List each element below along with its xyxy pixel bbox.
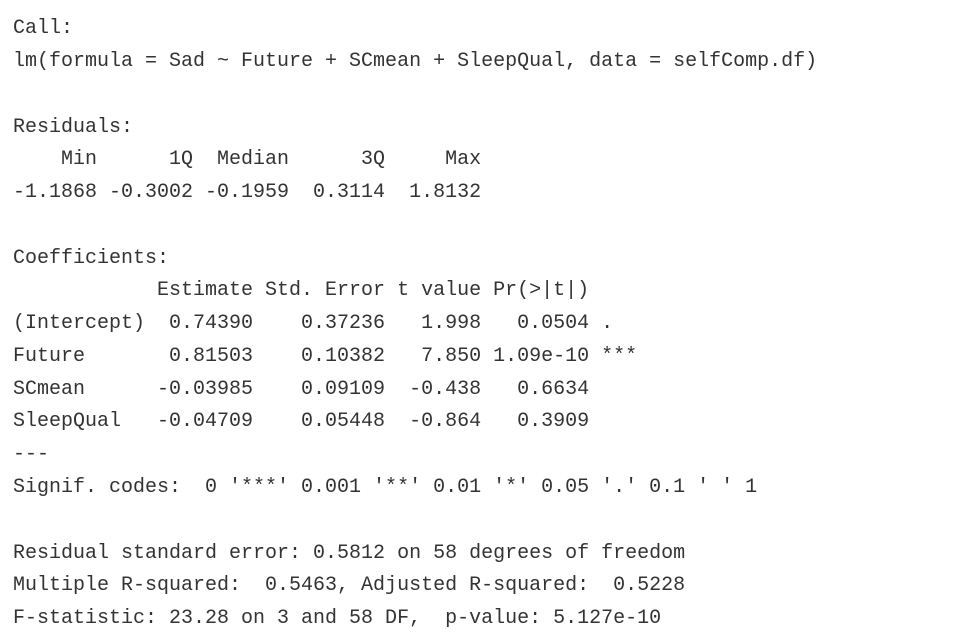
call-header: Call: [13, 17, 74, 40]
coef-row-sleepqual: SleepQual -0.04709 0.05448 -0.864 0.3909 [13, 410, 638, 433]
coef-row-future: Future 0.81503 0.10382 7.850 1.09e-10 **… [13, 345, 638, 368]
coefficients-header: Coefficients: [13, 247, 170, 270]
call-formula: lm(formula = Sad ~ Future + SCmean + Sle… [13, 50, 818, 73]
residual-standard-error: Residual standard error: 0.5812 on 58 de… [13, 542, 686, 565]
f-statistic: F-statistic: 23.28 on 3 and 58 DF, p-val… [13, 607, 662, 630]
residuals-values: -1.1868 -0.3002 -0.1959 0.3114 1.8132 [13, 181, 494, 204]
separator: --- [13, 443, 50, 466]
r-console-output: Call: lm(formula = Sad ~ Future + SCmean… [0, 0, 962, 641]
residuals-labels: Min 1Q Median 3Q Max [13, 148, 494, 171]
coef-row-scmean: SCmean -0.03985 0.09109 -0.438 0.6634 [13, 378, 638, 401]
signif-codes: Signif. codes: 0 '***' 0.001 '**' 0.01 '… [13, 476, 758, 499]
r-squared: Multiple R-squared: 0.5463, Adjusted R-s… [13, 574, 698, 597]
coef-row-intercept: (Intercept) 0.74390 0.37236 1.998 0.0504… [13, 312, 638, 335]
residuals-header: Residuals: [13, 116, 134, 139]
coef-column-headers: Estimate Std. Error t value Pr(>|t|) [13, 279, 638, 302]
